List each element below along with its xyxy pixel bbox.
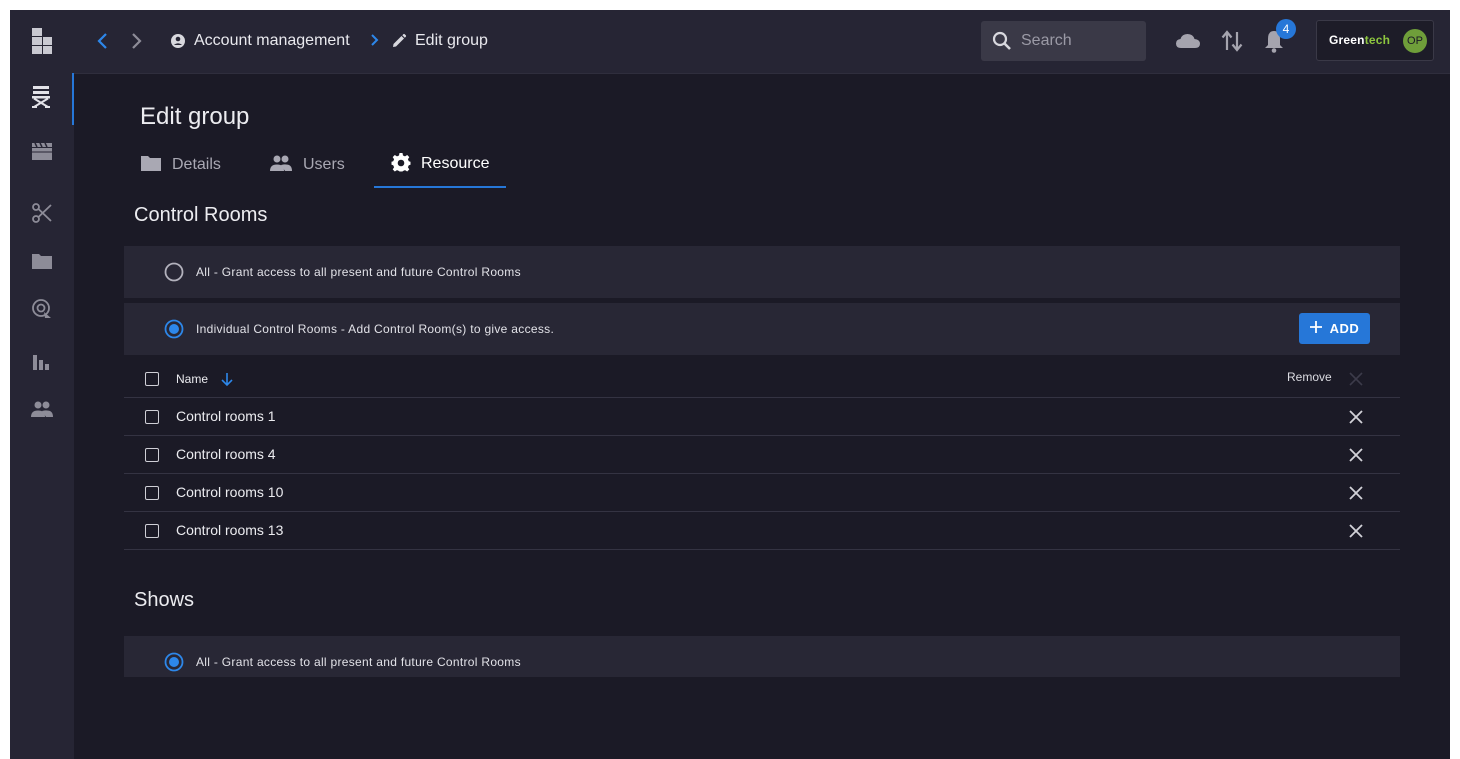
org-switcher[interactable]: Greentech OP [1316, 20, 1434, 61]
search-input[interactable] [1021, 21, 1139, 61]
search-icon [991, 30, 1013, 52]
director-chair-icon [30, 85, 52, 114]
sidebar-item-media[interactable] [10, 285, 74, 337]
sidebar-item-analytics[interactable] [10, 338, 74, 390]
upload-download-icon[interactable] [1220, 28, 1244, 54]
folder-icon [31, 252, 53, 275]
gear-icon [391, 152, 421, 177]
app-window: Account management Edit group Search 4 G… [10, 10, 1450, 759]
add-button[interactable]: ADD [1299, 313, 1370, 344]
org-name-suffix: tech [1364, 33, 1391, 47]
control-rooms-option-all-label: All - Grant access to all present and fu… [196, 265, 521, 279]
radio-checked-icon[interactable] [164, 652, 184, 672]
table-row: Control rooms 10 [124, 474, 1400, 512]
control-rooms-option-individual[interactable]: Individual Control Rooms - Add Control R… [124, 303, 1400, 355]
row-name: Control rooms 4 [176, 446, 276, 462]
breadcrumb-account-management[interactable]: Account management [194, 30, 350, 52]
bar-chart-icon [32, 353, 52, 376]
cloud-icon[interactable] [1175, 30, 1201, 52]
table-row: Control rooms 4 [124, 436, 1400, 474]
breadcrumb-edit-group: Edit group [415, 32, 488, 49]
app-logo-icon[interactable] [28, 26, 56, 56]
sort-arrow-down-icon[interactable] [220, 371, 234, 392]
sidebar [10, 73, 74, 759]
row-checkbox[interactable] [145, 524, 159, 538]
control-rooms-option-all[interactable]: All - Grant access to all present and fu… [124, 246, 1400, 298]
table-row: Control rooms 13 [124, 512, 1400, 550]
remove-column-header: Remove [1287, 370, 1332, 384]
close-icon[interactable] [1346, 521, 1366, 541]
notification-count-badge: 4 [1276, 19, 1296, 39]
tab-details-label: Details [172, 156, 221, 173]
avatar[interactable]: OP [1403, 29, 1427, 53]
tab-users[interactable]: Users [269, 142, 373, 188]
name-column-header[interactable]: Name [176, 372, 208, 386]
org-name: Greentech [1329, 33, 1390, 47]
row-checkbox[interactable] [145, 448, 159, 462]
sidebar-item-edit[interactable] [10, 189, 74, 241]
tab-users-label: Users [303, 156, 345, 173]
sidebar-item-files[interactable] [10, 237, 74, 289]
shows-option-all-label: All - Grant access to all present and fu… [196, 655, 521, 669]
row-name: Control rooms 1 [176, 408, 276, 424]
table-row: Control rooms 1 [124, 398, 1400, 436]
remove-all-close-icon [1348, 371, 1364, 392]
chevron-right-icon [365, 31, 383, 49]
back-arrow-icon[interactable] [92, 30, 114, 52]
close-icon[interactable] [1346, 407, 1366, 427]
page-title: Edit group [140, 103, 250, 130]
select-all-checkbox[interactable] [145, 372, 159, 386]
scissors-icon [31, 202, 53, 229]
sidebar-item-clapperboard[interactable] [10, 127, 74, 179]
add-button-label: ADD [1329, 321, 1360, 336]
tab-details[interactable]: Details [140, 142, 250, 188]
sidebar-item-director[interactable] [10, 73, 74, 125]
row-name: Control rooms 10 [176, 484, 284, 500]
sidebar-item-users[interactable] [10, 385, 74, 437]
account-circle-icon [170, 33, 186, 49]
table-header: Name Remove [124, 360, 1400, 398]
control-rooms-title: Control Rooms [134, 204, 268, 226]
row-name: Control rooms 13 [176, 522, 284, 538]
org-name-prefix: Green [1329, 33, 1365, 47]
close-icon[interactable] [1346, 483, 1366, 503]
pencil-icon [391, 33, 407, 49]
search-box[interactable] [981, 21, 1146, 61]
media-icon [31, 298, 53, 325]
row-checkbox[interactable] [145, 486, 159, 500]
close-icon[interactable] [1346, 445, 1366, 465]
row-checkbox[interactable] [145, 410, 159, 424]
plus-icon [1309, 321, 1322, 336]
control-rooms-option-individual-label: Individual Control Rooms - Add Control R… [196, 322, 555, 336]
folder-icon [140, 154, 172, 177]
forward-arrow-icon[interactable] [125, 30, 147, 52]
radio-checked-icon[interactable] [164, 319, 184, 339]
people-icon [269, 154, 303, 177]
radio-unchecked-icon[interactable] [164, 262, 184, 282]
people-icon [30, 400, 54, 423]
top-bar: Account management Edit group Search 4 G… [10, 10, 1450, 74]
tab-resource[interactable]: Resource [374, 142, 506, 188]
tab-resource-label: Resource [421, 155, 490, 172]
clapperboard-icon [31, 141, 53, 166]
shows-option-all[interactable]: All - Grant access to all present and fu… [124, 636, 1400, 677]
shows-title: Shows [134, 589, 195, 611]
